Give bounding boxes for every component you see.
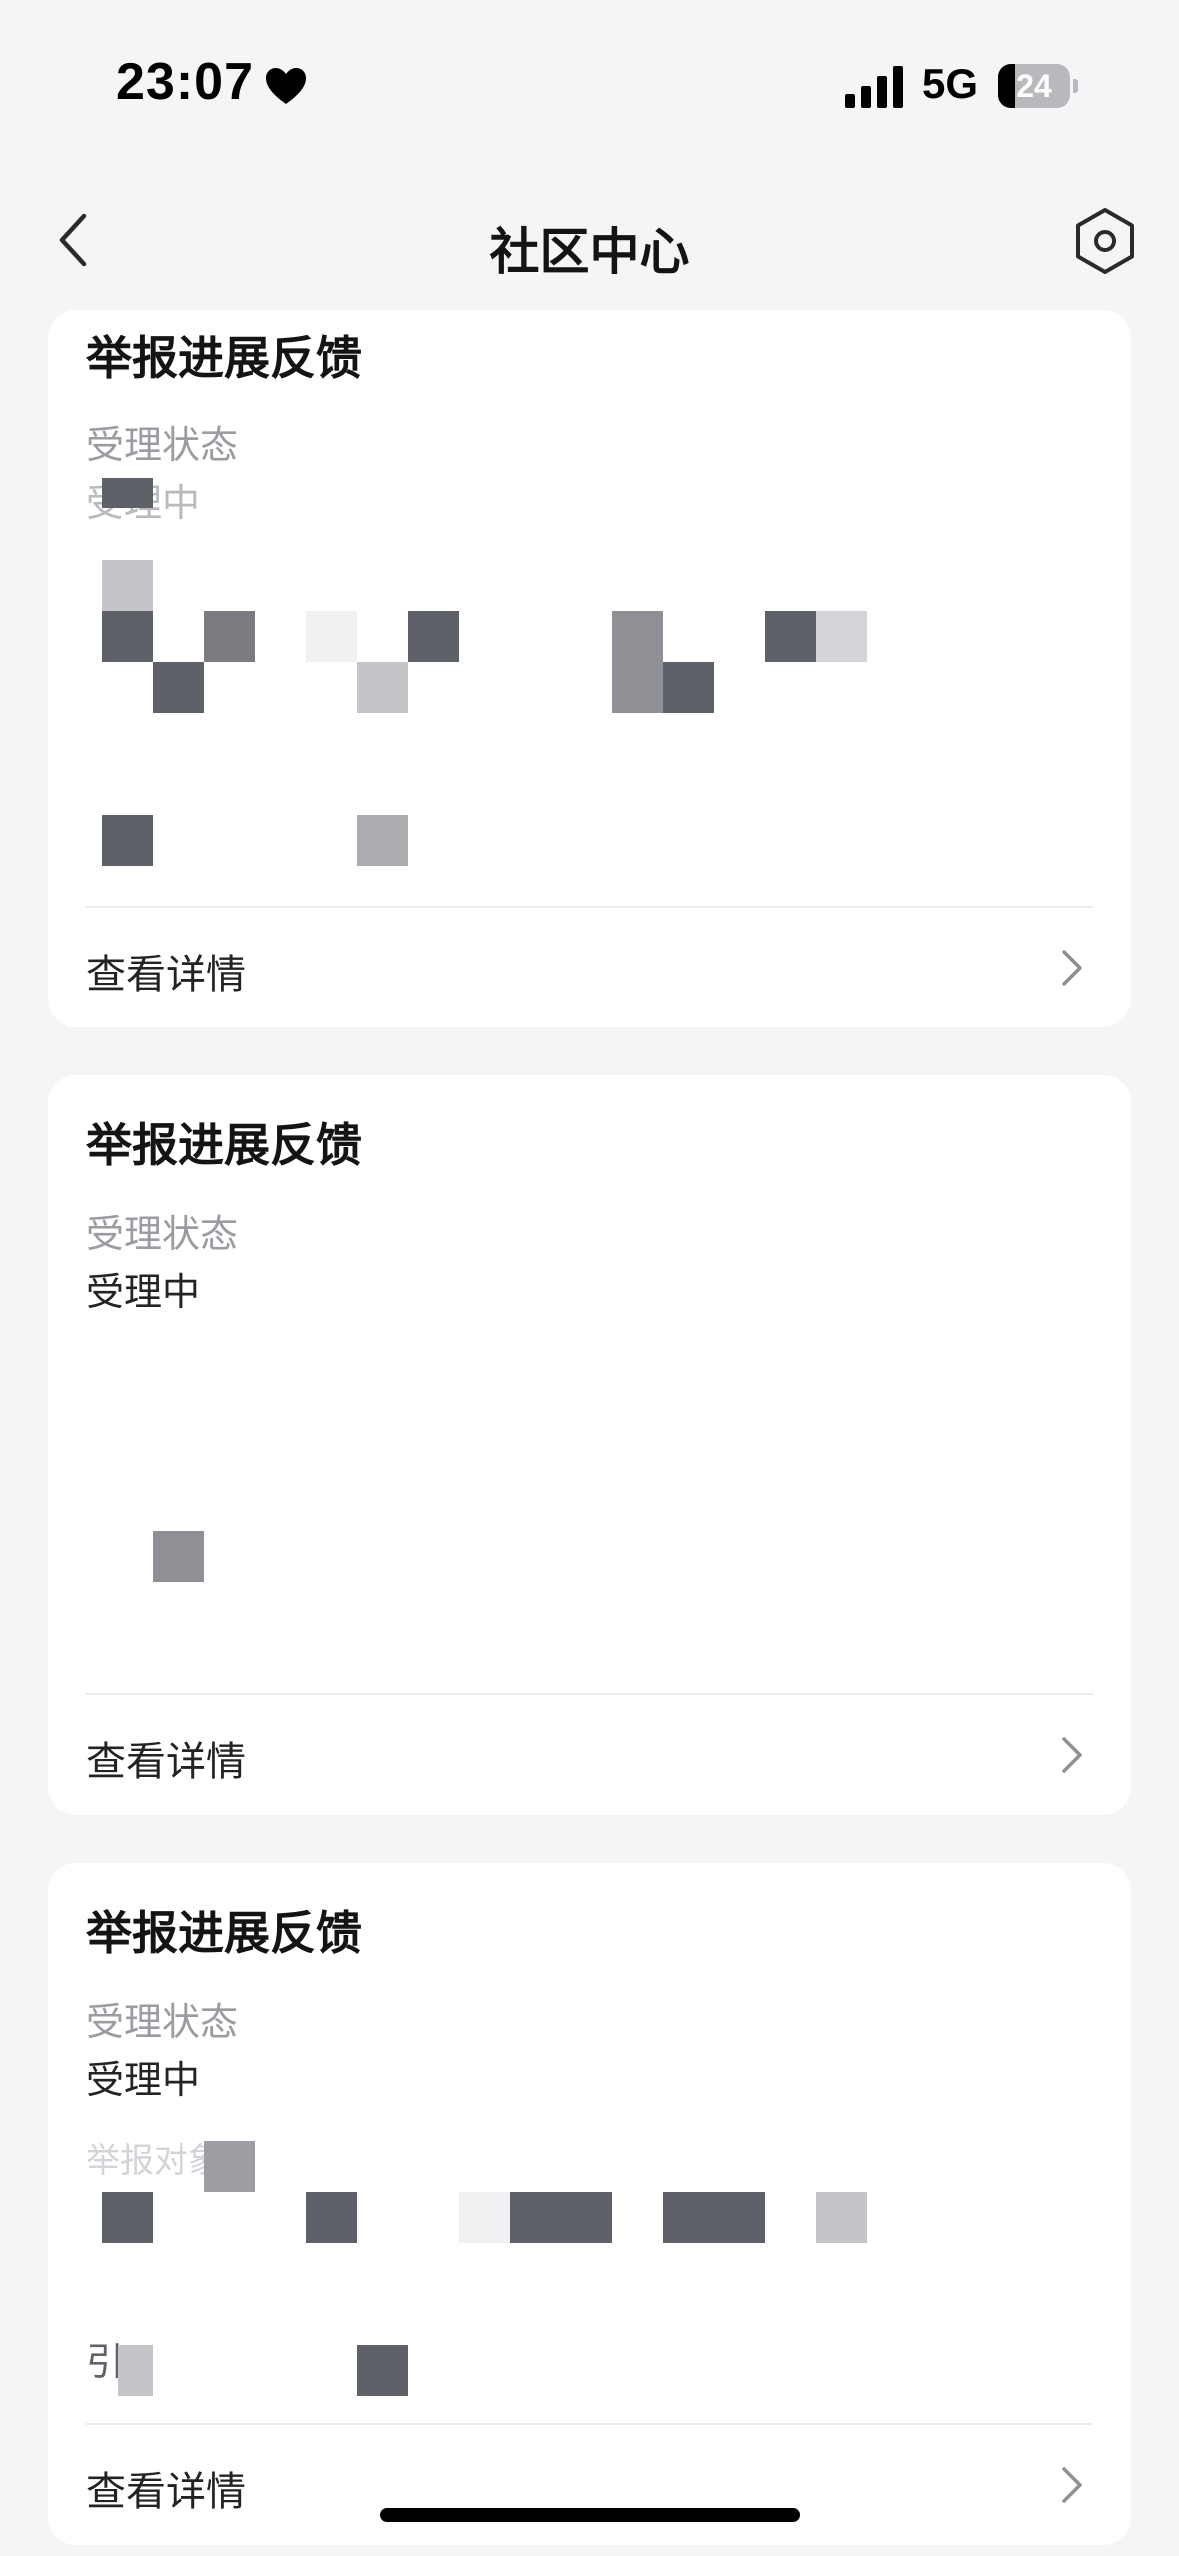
view-details-label: 查看详情: [86, 1739, 246, 1785]
redaction-block: [663, 2192, 765, 2243]
redaction-block: [102, 560, 153, 611]
redaction-block: [153, 662, 204, 713]
navigation-bar: 社区中心: [0, 170, 1179, 310]
redaction-block: [306, 2192, 357, 2243]
redaction-block: [204, 2141, 255, 2192]
chevron-right-icon: [1062, 950, 1082, 986]
report-card-1[interactable]: 举报进展反馈 受理状态 受理中 查看详情: [48, 310, 1131, 1027]
redaction-block: [102, 2192, 153, 2243]
chevron-right-icon: [1062, 1737, 1082, 1773]
settings-button[interactable]: [1070, 206, 1140, 276]
redaction-block: [357, 2345, 408, 2396]
report-card-2[interactable]: 举报进展反馈 受理状态 受理中 查看详情: [48, 1075, 1131, 1815]
heart-icon: [266, 68, 306, 104]
card-title: 举报进展反馈: [86, 1906, 362, 1960]
redaction-block: [612, 611, 663, 713]
view-details-button[interactable]: 查看详情: [48, 908, 1131, 1026]
redaction-block: [816, 611, 867, 662]
status-label: 受理状态: [86, 2000, 239, 2044]
battery-icon: 24: [998, 64, 1080, 108]
status-value: 受理中: [86, 2058, 201, 2102]
home-indicator[interactable]: [380, 2508, 800, 2522]
report-target-label: 举报对象: [86, 2141, 222, 2181]
view-details-button[interactable]: 查看详情: [48, 2425, 1131, 2543]
battery-level: 24: [1016, 68, 1052, 104]
redaction-block: [153, 1531, 204, 1582]
redaction-block: [510, 2192, 612, 2243]
redaction-block: [765, 611, 816, 662]
report-card-3[interactable]: 举报进展反馈 受理状态 受理中 举报对象 引 查看详情: [48, 1863, 1131, 2545]
community-center-screen: 23:07 5G 24 社区中心 举报进展反馈 受理状态 查看详情 举报进展反馈…: [0, 0, 1179, 2556]
page-title: 社区中心: [489, 223, 690, 281]
redaction-block: [408, 611, 459, 662]
status-bar: 23:07 5G 24: [0, 0, 1179, 170]
redaction-block: [357, 662, 408, 713]
redaction-block: [663, 662, 714, 713]
status-time: 23:07: [116, 53, 254, 111]
redaction-block: [816, 2192, 867, 2243]
redaction-block: [118, 2345, 153, 2396]
redaction-block: [102, 611, 153, 662]
view-details-label: 查看详情: [86, 952, 246, 998]
redaction-block: [306, 611, 357, 662]
redaction-block: [102, 815, 153, 866]
battery-tip: [1073, 79, 1078, 93]
redaction-block: [102, 478, 153, 508]
status-value: 受理中: [86, 1270, 201, 1314]
view-details-button[interactable]: 查看详情: [48, 1695, 1131, 1813]
view-details-label: 查看详情: [86, 2469, 246, 2515]
battery-body: 24: [998, 64, 1070, 108]
card-title: 举报进展反馈: [86, 1118, 362, 1172]
card-title: 举报进展反馈: [86, 331, 362, 385]
status-label: 受理状态: [86, 423, 239, 467]
redaction-block: [459, 2192, 510, 2243]
status-label: 受理状态: [86, 1212, 239, 1256]
network-label: 5G: [922, 60, 979, 107]
chevron-right-icon: [1062, 2467, 1082, 2503]
redaction-block: [204, 611, 255, 662]
signal-icon: [845, 66, 903, 108]
hexagon-settings-icon: [1076, 208, 1134, 274]
redaction-block: [357, 815, 408, 866]
